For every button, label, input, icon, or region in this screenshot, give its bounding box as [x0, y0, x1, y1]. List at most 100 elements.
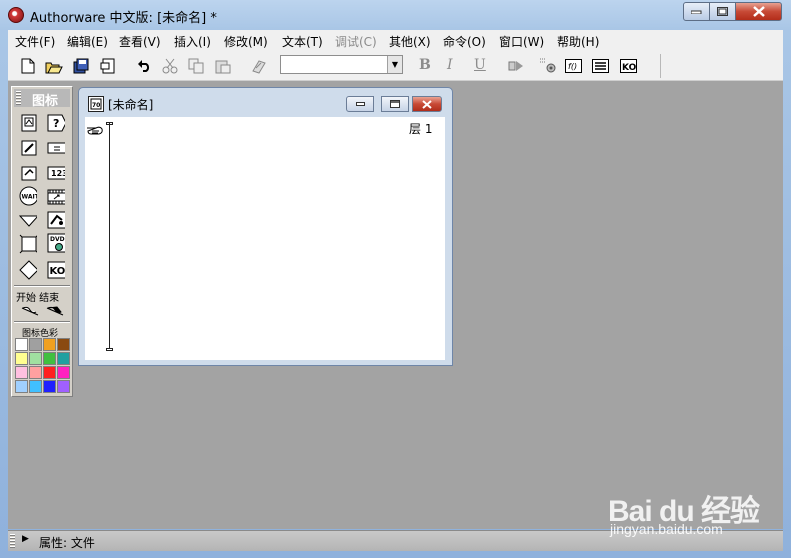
- control-panel-icon[interactable]: [538, 56, 558, 76]
- design-minimize-button[interactable]: [346, 96, 374, 112]
- undo-icon[interactable]: [134, 56, 154, 76]
- close-button[interactable]: [735, 2, 782, 21]
- svg-text:f(): f(): [568, 62, 577, 71]
- start-flag-icon[interactable]: [21, 303, 39, 321]
- svg-text:123: 123: [51, 169, 65, 178]
- close-icon: [752, 6, 765, 17]
- menu-text[interactable]: 文本(T): [282, 33, 323, 50]
- design-maximize-button[interactable]: [381, 96, 409, 112]
- find-icon[interactable]: [249, 56, 269, 76]
- menu-debug[interactable]: 调试(C): [335, 33, 377, 50]
- menu-command[interactable]: 命令(O): [443, 33, 486, 50]
- functions-icon[interactable]: f(): [564, 56, 584, 76]
- menu-window[interactable]: 窗口(W): [499, 33, 544, 50]
- calculation-icon[interactable]: [47, 139, 65, 157]
- design-window-icon[interactable]: 70: [88, 96, 104, 112]
- chevron-down-icon[interactable]: ▼: [387, 56, 402, 73]
- maximize-button[interactable]: [709, 2, 736, 21]
- maximize-icon: [390, 100, 400, 108]
- navigate-icon[interactable]: [20, 164, 38, 182]
- menu-view[interactable]: 查看(V): [119, 33, 161, 50]
- video-icon[interactable]: DVD: [47, 233, 65, 253]
- minimize-icon: [355, 102, 365, 106]
- flowline-canvas[interactable]: 层 1: [85, 117, 445, 360]
- flowline: [109, 123, 110, 349]
- font-select[interactable]: ▼: [280, 55, 403, 74]
- knowledge-objects-icon[interactable]: KO: [619, 56, 639, 76]
- app-logo-icon[interactable]: [8, 7, 24, 23]
- palette-title-bar[interactable]: 图标: [14, 89, 70, 109]
- wait-icon[interactable]: WAIT: [19, 186, 38, 206]
- minimize-button[interactable]: [683, 2, 710, 21]
- expand-arrow-icon[interactable]: ▶: [22, 534, 29, 544]
- close-icon: [422, 99, 432, 109]
- grip-icon[interactable]: [16, 91, 21, 105]
- framework-icon[interactable]: [19, 234, 37, 254]
- display-icon[interactable]: [20, 114, 38, 132]
- motion-icon[interactable]: ?: [47, 114, 65, 132]
- color-swatch[interactable]: [29, 366, 42, 379]
- design-window-title: [未命名]: [108, 98, 154, 112]
- icon-palette: 图标 ? 123 WAIT DVD KO 开始 结束 图标色彩: [11, 86, 73, 397]
- color-swatch[interactable]: [15, 338, 28, 351]
- design-close-button[interactable]: [412, 96, 442, 112]
- minimize-icon: [691, 10, 702, 14]
- palette-divider: [14, 321, 70, 323]
- title-bar[interactable]: Authorware 中文版: [未命名] *: [0, 0, 791, 30]
- menu-other[interactable]: 其他(X): [389, 33, 431, 50]
- baidu-watermark-url: jingyan.baidu.com: [610, 521, 723, 537]
- stop-flag-icon[interactable]: [46, 303, 64, 321]
- color-swatch[interactable]: [43, 380, 56, 393]
- copy-icon[interactable]: [186, 56, 206, 76]
- menu-file[interactable]: 文件(F): [15, 33, 55, 50]
- color-swatch[interactable]: [43, 352, 56, 365]
- decision-icon[interactable]: [19, 212, 37, 230]
- menu-edit[interactable]: 编辑(E): [67, 33, 108, 50]
- color-swatch[interactable]: [15, 380, 28, 393]
- color-swatch[interactable]: [15, 352, 28, 365]
- toolbar: ▼ B I U f() KO: [8, 52, 783, 81]
- wait-time-icon[interactable]: 123: [47, 164, 65, 182]
- start-end-label: 开始 结束: [16, 293, 60, 304]
- paste-icon[interactable]: [213, 56, 233, 76]
- grip-icon[interactable]: [10, 534, 15, 548]
- app-window: Authorware 中文版: [未命名] * 文件(F) 编辑(E) 查看(V…: [0, 0, 791, 558]
- ko-icon[interactable]: KO: [47, 261, 65, 279]
- color-swatch[interactable]: [29, 352, 42, 365]
- color-swatch[interactable]: [29, 380, 42, 393]
- cut-icon[interactable]: [160, 56, 180, 76]
- window-title: Authorware 中文版: [未命名] *: [30, 11, 217, 26]
- color-swatch[interactable]: [57, 366, 70, 379]
- paste-hand-icon[interactable]: [86, 123, 104, 141]
- variables-icon[interactable]: [591, 56, 611, 76]
- color-swatch[interactable]: [43, 338, 56, 351]
- erase-icon[interactable]: [20, 139, 38, 157]
- svg-text:70: 70: [92, 102, 100, 109]
- color-swatch[interactable]: [57, 380, 70, 393]
- menu-insert[interactable]: 插入(I): [174, 33, 211, 50]
- import-icon[interactable]: [98, 56, 118, 76]
- sound-icon[interactable]: [47, 211, 65, 229]
- digital-movie-icon[interactable]: [47, 188, 65, 206]
- palette-divider: [14, 285, 70, 287]
- color-swatch[interactable]: [29, 338, 42, 351]
- layer-label: 层 1: [409, 122, 433, 136]
- svg-text:WAIT: WAIT: [22, 194, 38, 201]
- italic-icon[interactable]: I: [447, 57, 453, 73]
- menu-help[interactable]: 帮助(H): [557, 33, 599, 50]
- menu-modify[interactable]: 修改(M): [224, 33, 268, 50]
- design-window[interactable]: 70 [未命名] 层 1: [78, 87, 453, 366]
- save-all-icon[interactable]: [72, 56, 92, 76]
- interaction-icon[interactable]: [19, 260, 37, 280]
- color-swatch[interactable]: [57, 352, 70, 365]
- color-swatch[interactable]: [57, 338, 70, 351]
- color-swatch[interactable]: [15, 366, 28, 379]
- svg-text:KO: KO: [50, 266, 66, 277]
- new-file-icon[interactable]: [18, 56, 38, 76]
- run-icon[interactable]: [506, 56, 526, 76]
- underline-icon[interactable]: U: [474, 57, 486, 73]
- bold-icon[interactable]: B: [419, 57, 431, 73]
- color-swatch[interactable]: [43, 366, 56, 379]
- maximize-icon: [716, 6, 728, 16]
- open-folder-icon[interactable]: [44, 56, 64, 76]
